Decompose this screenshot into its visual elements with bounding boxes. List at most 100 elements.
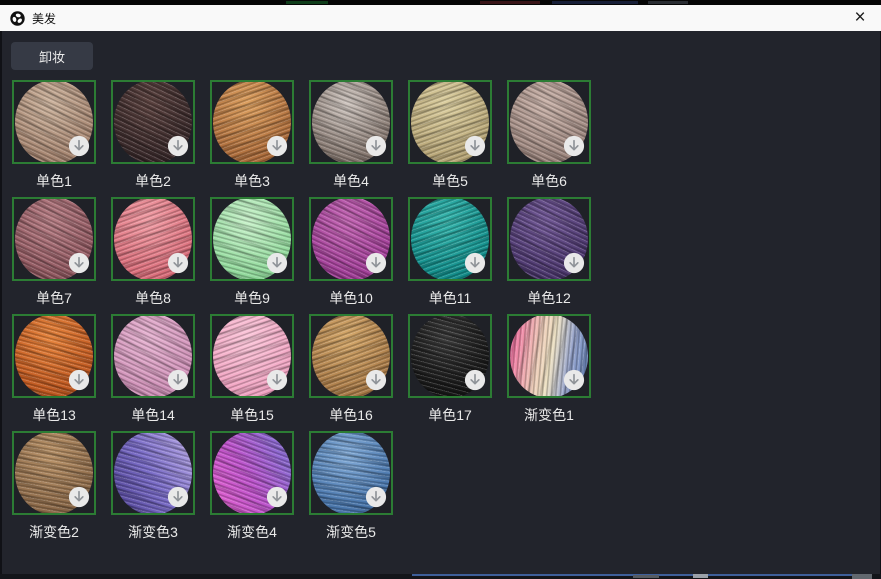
hair-swatch-20[interactable] bbox=[111, 431, 195, 515]
download-icon[interactable] bbox=[563, 369, 585, 391]
download-icon[interactable] bbox=[167, 486, 189, 508]
download-icon[interactable] bbox=[68, 486, 90, 508]
hair-style-label: 单色17 bbox=[408, 398, 492, 431]
background-speck bbox=[480, 1, 540, 4]
hair-style-label: 单色2 bbox=[111, 164, 195, 197]
hair-style-label: 单色5 bbox=[408, 164, 492, 197]
download-icon[interactable] bbox=[68, 252, 90, 274]
hair-style-item: 渐变色2 bbox=[12, 431, 96, 548]
hair-swatch-17[interactable] bbox=[408, 314, 492, 398]
download-icon[interactable] bbox=[365, 369, 387, 391]
hair-style-item: 渐变色4 bbox=[210, 431, 294, 548]
hair-swatch-6[interactable] bbox=[507, 80, 591, 164]
hair-style-label: 单色12 bbox=[507, 281, 591, 314]
hair-style-item: 单色11 bbox=[408, 197, 492, 314]
hair-style-label: 单色1 bbox=[12, 164, 96, 197]
hair-style-item: 单色9 bbox=[210, 197, 294, 314]
hair-style-item: 渐变色3 bbox=[111, 431, 195, 548]
hair-swatch-8[interactable] bbox=[111, 197, 195, 281]
download-icon[interactable] bbox=[563, 252, 585, 274]
download-icon[interactable] bbox=[266, 252, 288, 274]
hair-style-label: 单色8 bbox=[111, 281, 195, 314]
download-icon[interactable] bbox=[68, 135, 90, 157]
download-icon[interactable] bbox=[266, 369, 288, 391]
download-icon[interactable] bbox=[266, 135, 288, 157]
hair-style-label: 单色16 bbox=[309, 398, 393, 431]
dialog-body: 卸妆 单色1单色2单色3单色4单色5单色6单色7单色8单色9单色10单色11单色… bbox=[0, 31, 881, 574]
hair-style-item: 单色16 bbox=[309, 314, 393, 431]
hair-style-item: 单色15 bbox=[210, 314, 294, 431]
remove-makeup-button[interactable]: 卸妆 bbox=[11, 42, 93, 70]
hair-style-item: 单色17 bbox=[408, 314, 492, 431]
hair-swatch-4[interactable] bbox=[309, 80, 393, 164]
hair-style-item: 单色12 bbox=[507, 197, 591, 314]
hair-style-item: 单色5 bbox=[408, 80, 492, 197]
hair-style-label: 单色14 bbox=[111, 398, 195, 431]
hair-style-label: 渐变色4 bbox=[210, 515, 294, 548]
download-icon[interactable] bbox=[563, 135, 585, 157]
hair-style-label: 单色3 bbox=[210, 164, 294, 197]
download-icon[interactable] bbox=[464, 252, 486, 274]
download-icon[interactable] bbox=[266, 486, 288, 508]
hair-swatch-11[interactable] bbox=[408, 197, 492, 281]
hair-style-item: 单色14 bbox=[111, 314, 195, 431]
hair-style-label: 单色7 bbox=[12, 281, 96, 314]
background-speck bbox=[286, 1, 328, 4]
hair-style-label: 单色4 bbox=[309, 164, 393, 197]
hair-style-label: 渐变色5 bbox=[309, 515, 393, 548]
download-icon[interactable] bbox=[167, 135, 189, 157]
hair-style-item: 单色3 bbox=[210, 80, 294, 197]
hair-swatch-12[interactable] bbox=[507, 197, 591, 281]
hair-swatch-2[interactable] bbox=[111, 80, 195, 164]
hair-swatch-7[interactable] bbox=[12, 197, 96, 281]
hair-style-label: 单色10 bbox=[309, 281, 393, 314]
hair-swatch-9[interactable] bbox=[210, 197, 294, 281]
download-icon[interactable] bbox=[464, 369, 486, 391]
download-icon[interactable] bbox=[365, 486, 387, 508]
background-speck bbox=[852, 574, 872, 579]
background-speck bbox=[633, 575, 659, 578]
hair-style-label: 渐变色3 bbox=[111, 515, 195, 548]
hair-swatch-5[interactable] bbox=[408, 80, 492, 164]
download-icon[interactable] bbox=[167, 252, 189, 274]
hair-style-label: 渐变色2 bbox=[12, 515, 96, 548]
hair-swatch-13[interactable] bbox=[12, 314, 96, 398]
hair-style-item: 渐变色5 bbox=[309, 431, 393, 548]
hair-style-label: 单色6 bbox=[507, 164, 591, 197]
hair-style-item: 单色2 bbox=[111, 80, 195, 197]
screen: 美发 × 卸妆 单色1单色2单色3单色4单色5单色6单色7单色8单色9单色10单… bbox=[0, 0, 881, 579]
hair-swatch-16[interactable] bbox=[309, 314, 393, 398]
hair-style-item: 单色6 bbox=[507, 80, 591, 197]
hair-swatch-14[interactable] bbox=[111, 314, 195, 398]
hair-style-item: 单色4 bbox=[309, 80, 393, 197]
hair-style-item: 单色7 bbox=[12, 197, 96, 314]
hair-swatch-3[interactable] bbox=[210, 80, 294, 164]
hair-swatch-22[interactable] bbox=[309, 431, 393, 515]
background-speck bbox=[693, 574, 708, 578]
hair-style-label: 单色15 bbox=[210, 398, 294, 431]
hair-swatch-15[interactable] bbox=[210, 314, 294, 398]
dialog-titlebar[interactable]: 美发 × bbox=[0, 5, 881, 31]
dialog-title: 美发 bbox=[32, 10, 56, 27]
hair-swatch-21[interactable] bbox=[210, 431, 294, 515]
download-icon[interactable] bbox=[68, 369, 90, 391]
hair-style-item: 单色8 bbox=[111, 197, 195, 314]
hair-style-label: 单色9 bbox=[210, 281, 294, 314]
download-icon[interactable] bbox=[167, 369, 189, 391]
hair-style-grid: 单色1 单色2 单色3 单色4 单色5 单色6 单色7 单色8 单色9 单色10 单色11 单色12 单… bbox=[12, 80, 591, 548]
obs-logo-icon bbox=[10, 11, 25, 26]
background-app-strip-bottom bbox=[0, 574, 881, 579]
hair-style-item: 单色10 bbox=[309, 197, 393, 314]
close-icon[interactable]: × bbox=[849, 7, 871, 29]
background-speck bbox=[552, 1, 638, 4]
hair-swatch-1[interactable] bbox=[12, 80, 96, 164]
hair-swatch-19[interactable] bbox=[12, 431, 96, 515]
hair-swatch-18[interactable] bbox=[507, 314, 591, 398]
hair-style-label: 渐变色1 bbox=[507, 398, 591, 431]
download-icon[interactable] bbox=[365, 252, 387, 274]
download-icon[interactable] bbox=[365, 135, 387, 157]
hair-style-label: 单色13 bbox=[12, 398, 96, 431]
hair-swatch-10[interactable] bbox=[309, 197, 393, 281]
background-speck bbox=[648, 1, 688, 4]
download-icon[interactable] bbox=[464, 135, 486, 157]
